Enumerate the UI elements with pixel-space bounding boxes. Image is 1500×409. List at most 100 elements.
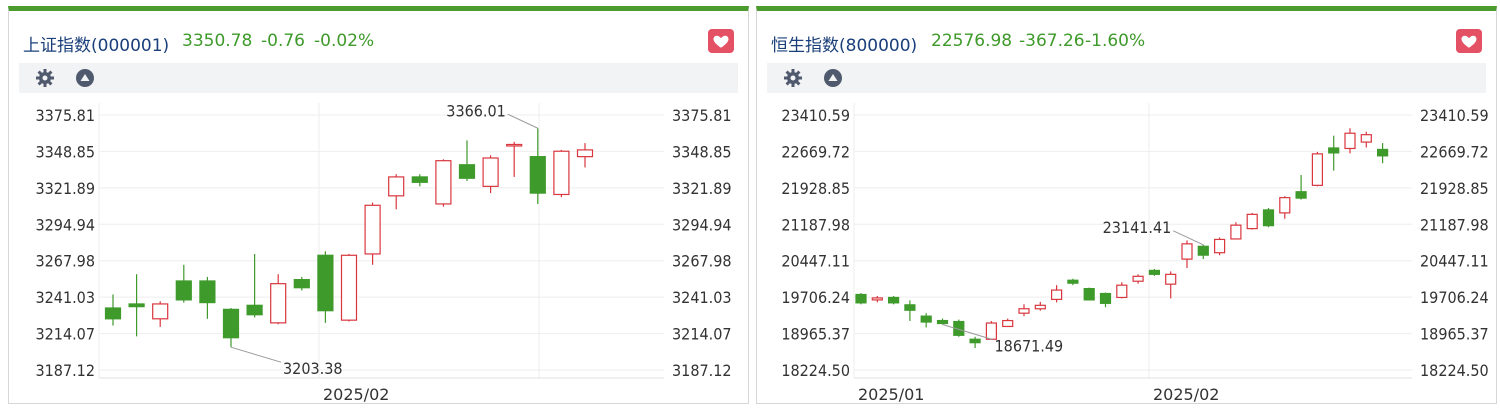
candle[interactable] bbox=[1360, 131, 1372, 148]
y-tick-label-right: 3375.81 bbox=[672, 106, 732, 125]
candle-body bbox=[1230, 224, 1242, 240]
candle-body bbox=[1051, 289, 1063, 301]
candle-body bbox=[1083, 287, 1095, 301]
candle[interactable] bbox=[1295, 175, 1307, 200]
index-price: 3350.78 bbox=[182, 31, 253, 51]
candle[interactable] bbox=[128, 274, 145, 337]
candle-body bbox=[904, 304, 916, 311]
gear-icon[interactable] bbox=[783, 68, 803, 88]
candle[interactable] bbox=[1132, 274, 1144, 284]
candle[interactable] bbox=[529, 128, 546, 204]
y-tick-label-left: 3348.85 bbox=[35, 142, 95, 161]
index-change: -0.76 bbox=[261, 31, 305, 51]
candle-body bbox=[388, 176, 405, 197]
candle[interactable] bbox=[904, 300, 916, 322]
candle[interactable] bbox=[199, 276, 216, 319]
candlestick-chart: 23410.59 23410.59 22669.72 22669.72 21928.85… bbox=[781, 103, 1489, 403]
candle[interactable] bbox=[340, 253, 358, 322]
candle[interactable] bbox=[411, 174, 428, 187]
candle-body bbox=[1116, 284, 1128, 299]
candle[interactable] bbox=[1197, 244, 1209, 260]
favorite-button[interactable] bbox=[1456, 29, 1482, 53]
gear-icon[interactable] bbox=[35, 68, 55, 88]
candle[interactable] bbox=[1051, 285, 1063, 303]
candle[interactable] bbox=[1116, 282, 1128, 299]
candle[interactable] bbox=[888, 295, 900, 305]
candlestick-chart: 3375.81 3375.81 3348.85 3348.85 3321.89 3321.… bbox=[35, 101, 732, 403]
index-change-pct: -0.02% bbox=[314, 31, 375, 51]
y-tick-label-right: 20447.11 bbox=[1420, 252, 1489, 271]
candle-body bbox=[506, 143, 523, 147]
panel-header: 恒生指数(800000) 22576.98 -367.26 -1.60% bbox=[757, 11, 1496, 59]
index-title[interactable]: 上证指数(000001) bbox=[23, 31, 169, 56]
candle[interactable] bbox=[458, 140, 476, 181]
candle[interactable] bbox=[506, 141, 523, 177]
low-pointer-line bbox=[942, 324, 993, 340]
candle-body bbox=[553, 150, 570, 196]
candle-body bbox=[175, 280, 192, 301]
candle[interactable] bbox=[1344, 128, 1356, 154]
index-title[interactable]: 恒生指数(800000) bbox=[771, 31, 917, 56]
candle[interactable] bbox=[270, 274, 287, 325]
candle-body bbox=[293, 279, 310, 289]
candle-body bbox=[888, 296, 900, 304]
y-tick-label-left: 23410.59 bbox=[781, 106, 850, 125]
candle[interactable] bbox=[293, 276, 310, 291]
candle[interactable] bbox=[317, 251, 334, 323]
sse-index-panel: 上证指数(000001) 3350.78 -0.76 -0.02% 3375.8… bbox=[8, 6, 749, 404]
candle-body bbox=[576, 149, 594, 158]
candle[interactable] bbox=[364, 202, 381, 265]
candle[interactable] bbox=[855, 293, 867, 305]
candle[interactable] bbox=[1034, 301, 1046, 311]
candle[interactable] bbox=[969, 336, 981, 349]
candle[interactable] bbox=[1181, 240, 1193, 268]
candle-body bbox=[152, 303, 169, 320]
candle[interactable] bbox=[1067, 278, 1079, 286]
triangle-up-icon[interactable] bbox=[75, 68, 95, 88]
candle[interactable] bbox=[1262, 207, 1275, 228]
y-tick-label-right: 18965.37 bbox=[1420, 325, 1489, 344]
candle[interactable] bbox=[435, 159, 452, 207]
candle[interactable] bbox=[1002, 318, 1014, 328]
candle[interactable] bbox=[1148, 268, 1160, 276]
candle[interactable] bbox=[1099, 292, 1112, 308]
candle-body bbox=[104, 307, 122, 320]
candle-body bbox=[529, 156, 546, 194]
candle[interactable] bbox=[1165, 271, 1177, 299]
candle[interactable] bbox=[936, 318, 949, 325]
y-tick-label-right: 21187.98 bbox=[1420, 215, 1489, 234]
candle[interactable] bbox=[1328, 135, 1340, 171]
candle[interactable] bbox=[152, 301, 169, 327]
low-pointer-line bbox=[230, 346, 282, 363]
candle[interactable] bbox=[388, 174, 405, 210]
y-tick-label-left: 3267.98 bbox=[35, 252, 95, 271]
candle[interactable] bbox=[576, 143, 594, 168]
y-tick-label-left: 21928.85 bbox=[781, 179, 850, 198]
candle[interactable] bbox=[175, 264, 192, 303]
y-tick-label-right: 18224.50 bbox=[1420, 361, 1489, 380]
chart-toolbar bbox=[767, 63, 1486, 93]
favorite-button[interactable] bbox=[708, 29, 734, 53]
x-tick-label: 2025/01 bbox=[858, 385, 924, 403]
candle[interactable] bbox=[1214, 237, 1226, 256]
candle-body bbox=[871, 297, 883, 301]
candle[interactable] bbox=[222, 307, 240, 348]
candle-body bbox=[1034, 304, 1046, 310]
candle-body bbox=[317, 254, 334, 312]
candle[interactable] bbox=[1311, 151, 1324, 187]
candle[interactable] bbox=[1376, 143, 1389, 164]
candle[interactable] bbox=[246, 253, 263, 318]
candle[interactable] bbox=[553, 149, 570, 198]
candle[interactable] bbox=[1246, 212, 1258, 230]
candle[interactable] bbox=[920, 313, 932, 328]
triangle-up-icon[interactable] bbox=[823, 68, 843, 88]
candle[interactable] bbox=[1083, 287, 1095, 301]
candle[interactable] bbox=[1230, 222, 1242, 240]
index-change: -367.26 bbox=[1019, 31, 1085, 51]
candle[interactable] bbox=[104, 294, 122, 326]
candle-body bbox=[1002, 319, 1014, 328]
candle[interactable] bbox=[1018, 304, 1030, 317]
y-tick-label-right: 21928.85 bbox=[1420, 179, 1489, 198]
candle[interactable] bbox=[1279, 196, 1291, 219]
candle-body bbox=[1376, 148, 1389, 157]
